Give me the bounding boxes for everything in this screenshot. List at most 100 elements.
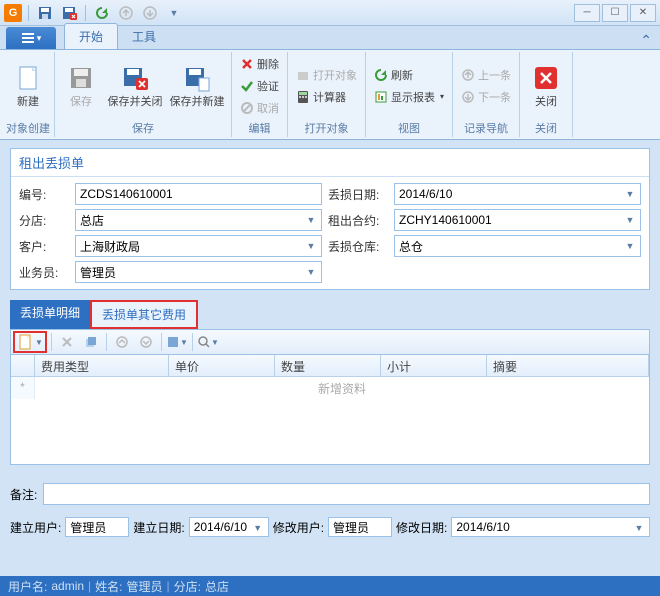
status-name-label: 姓名: — [95, 578, 122, 595]
remark-input[interactable] — [43, 483, 650, 505]
cancel-button[interactable]: 取消 — [236, 97, 283, 119]
grid-export-button[interactable]: ▼ — [166, 331, 188, 353]
contract-label: 租出合约: — [328, 212, 388, 229]
new-row[interactable]: * 新增资料 — [11, 377, 649, 399]
show-report-button[interactable]: 显示报表▾ — [370, 86, 448, 108]
status-user-label: 用户名: — [8, 578, 47, 595]
col-qty[interactable]: 数量 — [275, 355, 381, 376]
qat-next-icon[interactable] — [140, 3, 160, 23]
grid-copy-button[interactable] — [80, 331, 102, 353]
col-price[interactable]: 单价 — [169, 355, 275, 376]
group-label-open: 打开对象 — [292, 119, 361, 137]
tab-detail[interactable]: 丢损单明细 — [10, 300, 90, 329]
status-bar: 用户名: admin | 姓名: 管理员 | 分店: 总店 — [0, 576, 660, 596]
grid-search-button[interactable]: ▼ — [197, 331, 219, 353]
close-window-button[interactable]: ✕ — [630, 4, 656, 22]
new-document-icon — [12, 62, 44, 94]
ribbon-tabbar: ▾ 开始 工具 ⌃ — [0, 26, 660, 50]
modify-date-field[interactable]: 2014/6/10▼ — [451, 517, 650, 537]
tab-start[interactable]: 开始 — [64, 23, 118, 49]
customer-label: 客户: — [19, 238, 69, 255]
file-menu-button[interactable]: ▾ — [6, 27, 56, 49]
fee-grid: 费用类型 单价 数量 小计 摘要 * 新增资料 — [10, 355, 650, 465]
group-label-close: 关闭 — [524, 119, 568, 137]
branch-input[interactable]: 总店▼ — [75, 209, 322, 231]
delete-button[interactable]: 删除 — [236, 53, 283, 75]
grid-up-button[interactable] — [111, 331, 133, 353]
modify-user-field: 管理员 — [328, 517, 392, 537]
tab-tools[interactable]: 工具 — [118, 24, 170, 49]
validate-button[interactable]: 验证 — [236, 75, 283, 97]
group-label-save: 保存 — [59, 119, 227, 137]
clerk-label: 业务员: — [19, 264, 69, 281]
grid-down-button[interactable] — [135, 331, 157, 353]
status-branch: 总店 — [205, 578, 229, 595]
warehouse-label: 丢损仓库: — [328, 238, 388, 255]
date-label: 丢损日期: — [328, 186, 388, 203]
content-area: 租出丢损单 编号: ZCDS140610001 丢损日期: 2014/6/10▼… — [0, 140, 660, 545]
col-subtotal[interactable]: 小计 — [381, 355, 487, 376]
warehouse-input[interactable]: 总仓▼ — [394, 235, 641, 257]
sub-tabs: 丢损单明细 丢损单其它费用 — [10, 300, 650, 329]
ribbon-collapse-icon[interactable]: ⌃ — [640, 32, 652, 49]
group-label-edit: 编辑 — [236, 119, 283, 137]
chevron-down-icon[interactable]: ▼ — [622, 212, 638, 228]
clerk-input[interactable]: 管理员▼ — [75, 261, 322, 283]
qat-prev-icon[interactable] — [116, 3, 136, 23]
chevron-down-icon[interactable]: ▼ — [303, 238, 319, 254]
form-panel: 租出丢损单 编号: ZCDS140610001 丢损日期: 2014/6/10▼… — [10, 148, 650, 290]
close-icon — [530, 62, 562, 94]
new-button[interactable]: 新建 — [6, 53, 50, 119]
status-branch-label: 分店: — [174, 578, 201, 595]
refresh-button[interactable]: 刷新 — [370, 64, 448, 86]
branch-label: 分店: — [19, 212, 69, 229]
qat-save-close-icon[interactable] — [59, 3, 79, 23]
ribbon: 新建 对象创建 保存 保存并关闭 保存并新建 保存 删除 验证 — [0, 50, 660, 140]
create-user-label: 建立用户: — [10, 519, 61, 536]
close-button[interactable]: 关闭 — [524, 53, 568, 119]
group-label-nav: 记录导航 — [457, 119, 515, 137]
group-label-view: 视图 — [370, 119, 448, 137]
tab-other-fee[interactable]: 丢损单其它费用 — [90, 300, 198, 329]
chevron-down-icon[interactable]: ▼ — [250, 520, 266, 536]
save-new-icon — [181, 62, 213, 94]
chevron-down-icon[interactable]: ▼ — [303, 264, 319, 280]
col-fee-type[interactable]: 费用类型 — [35, 355, 169, 376]
remark-label: 备注: — [10, 486, 37, 503]
open-object-button[interactable]: 打开对象 — [292, 64, 361, 86]
qat-refresh-icon[interactable] — [92, 3, 112, 23]
app-icon: G — [4, 4, 22, 22]
save-new-button[interactable]: 保存并新建 — [167, 53, 227, 119]
create-date-field[interactable]: 2014/6/10▼ — [189, 517, 269, 537]
date-input[interactable]: 2014/6/10▼ — [394, 183, 641, 205]
modify-user-label: 修改用户: — [273, 519, 324, 536]
chevron-down-icon[interactable]: ▼ — [303, 212, 319, 228]
code-input[interactable]: ZCDS140610001 — [75, 183, 322, 205]
chevron-down-icon[interactable]: ▼ — [622, 238, 638, 254]
create-date-label: 建立日期: — [133, 519, 184, 536]
group-label-create: 对象创建 — [6, 119, 50, 137]
code-label: 编号: — [19, 186, 69, 203]
contract-input[interactable]: ZCHY140610001▼ — [394, 209, 641, 231]
calculator-button[interactable]: 计算器 — [292, 86, 361, 108]
grid-new-button[interactable]: ▼ — [13, 331, 47, 353]
save-button[interactable]: 保存 — [59, 53, 103, 119]
modify-date-label: 修改日期: — [396, 519, 447, 536]
chevron-down-icon[interactable]: ▼ — [631, 520, 647, 536]
create-user-field: 管理员 — [65, 517, 129, 537]
save-close-button[interactable]: 保存并关闭 — [105, 53, 165, 119]
col-remark[interactable]: 摘要 — [487, 355, 649, 376]
qat-save-icon[interactable] — [35, 3, 55, 23]
grid-delete-button[interactable] — [56, 331, 78, 353]
status-user: admin — [51, 579, 84, 593]
grid-toolbar: ▼ ▼ ▼ — [10, 329, 650, 355]
prev-record-button[interactable]: 上一条 — [457, 64, 515, 86]
qat-dropdown-icon[interactable]: ▼ — [164, 3, 184, 23]
next-record-button[interactable]: 下一条 — [457, 86, 515, 108]
maximize-button[interactable]: ☐ — [602, 4, 628, 22]
chevron-down-icon[interactable]: ▼ — [622, 186, 638, 202]
panel-title: 租出丢损单 — [11, 149, 649, 177]
save-close-icon — [119, 62, 151, 94]
customer-input[interactable]: 上海财政局▼ — [75, 235, 322, 257]
minimize-button[interactable]: ─ — [574, 4, 600, 22]
